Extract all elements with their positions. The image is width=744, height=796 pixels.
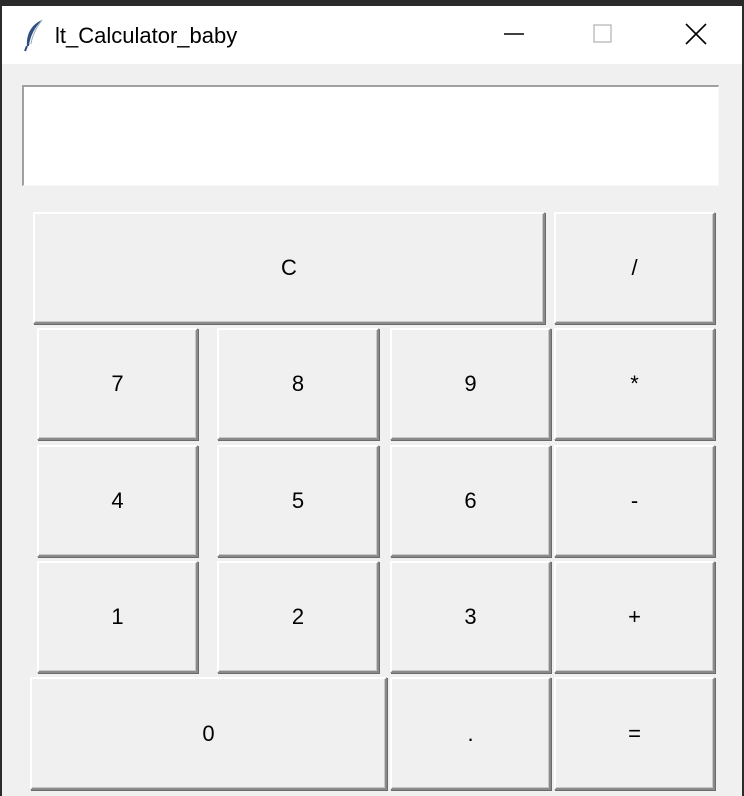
maximize-icon bbox=[593, 24, 612, 43]
calculator-window: lt_Calculator_baby C / 7 8 9 * 4 5 6 - 1… bbox=[2, 6, 742, 796]
multiply-button[interactable]: * bbox=[554, 328, 715, 440]
digit-4-button[interactable]: 4 bbox=[37, 445, 198, 557]
digit-5-button[interactable]: 5 bbox=[217, 445, 379, 557]
minus-button[interactable]: - bbox=[554, 445, 715, 557]
plus-button[interactable]: + bbox=[554, 561, 715, 673]
title-bar[interactable]: lt_Calculator_baby bbox=[2, 6, 742, 64]
digit-1-button[interactable]: 1 bbox=[37, 561, 198, 673]
clear-button[interactable]: C bbox=[33, 212, 545, 324]
divide-button[interactable]: / bbox=[554, 212, 715, 324]
digit-7-button[interactable]: 7 bbox=[37, 328, 198, 440]
decimal-point-button[interactable]: . bbox=[390, 677, 551, 790]
window-title: lt_Calculator_baby bbox=[55, 23, 238, 48]
display-field[interactable] bbox=[22, 85, 719, 186]
digit-3-button[interactable]: 3 bbox=[390, 561, 551, 673]
digit-2-button[interactable]: 2 bbox=[217, 561, 379, 673]
minimize-icon bbox=[504, 33, 524, 35]
digit-8-button[interactable]: 8 bbox=[217, 328, 379, 440]
close-icon bbox=[685, 23, 707, 45]
equals-button[interactable]: = bbox=[554, 677, 715, 790]
digit-0-button[interactable]: 0 bbox=[30, 677, 387, 790]
close-button[interactable] bbox=[650, 6, 740, 64]
minimize-button[interactable] bbox=[466, 6, 556, 64]
maximize-button[interactable] bbox=[557, 6, 647, 64]
feather-icon bbox=[22, 18, 46, 52]
digit-9-button[interactable]: 9 bbox=[390, 328, 551, 440]
digit-6-button[interactable]: 6 bbox=[390, 445, 551, 557]
